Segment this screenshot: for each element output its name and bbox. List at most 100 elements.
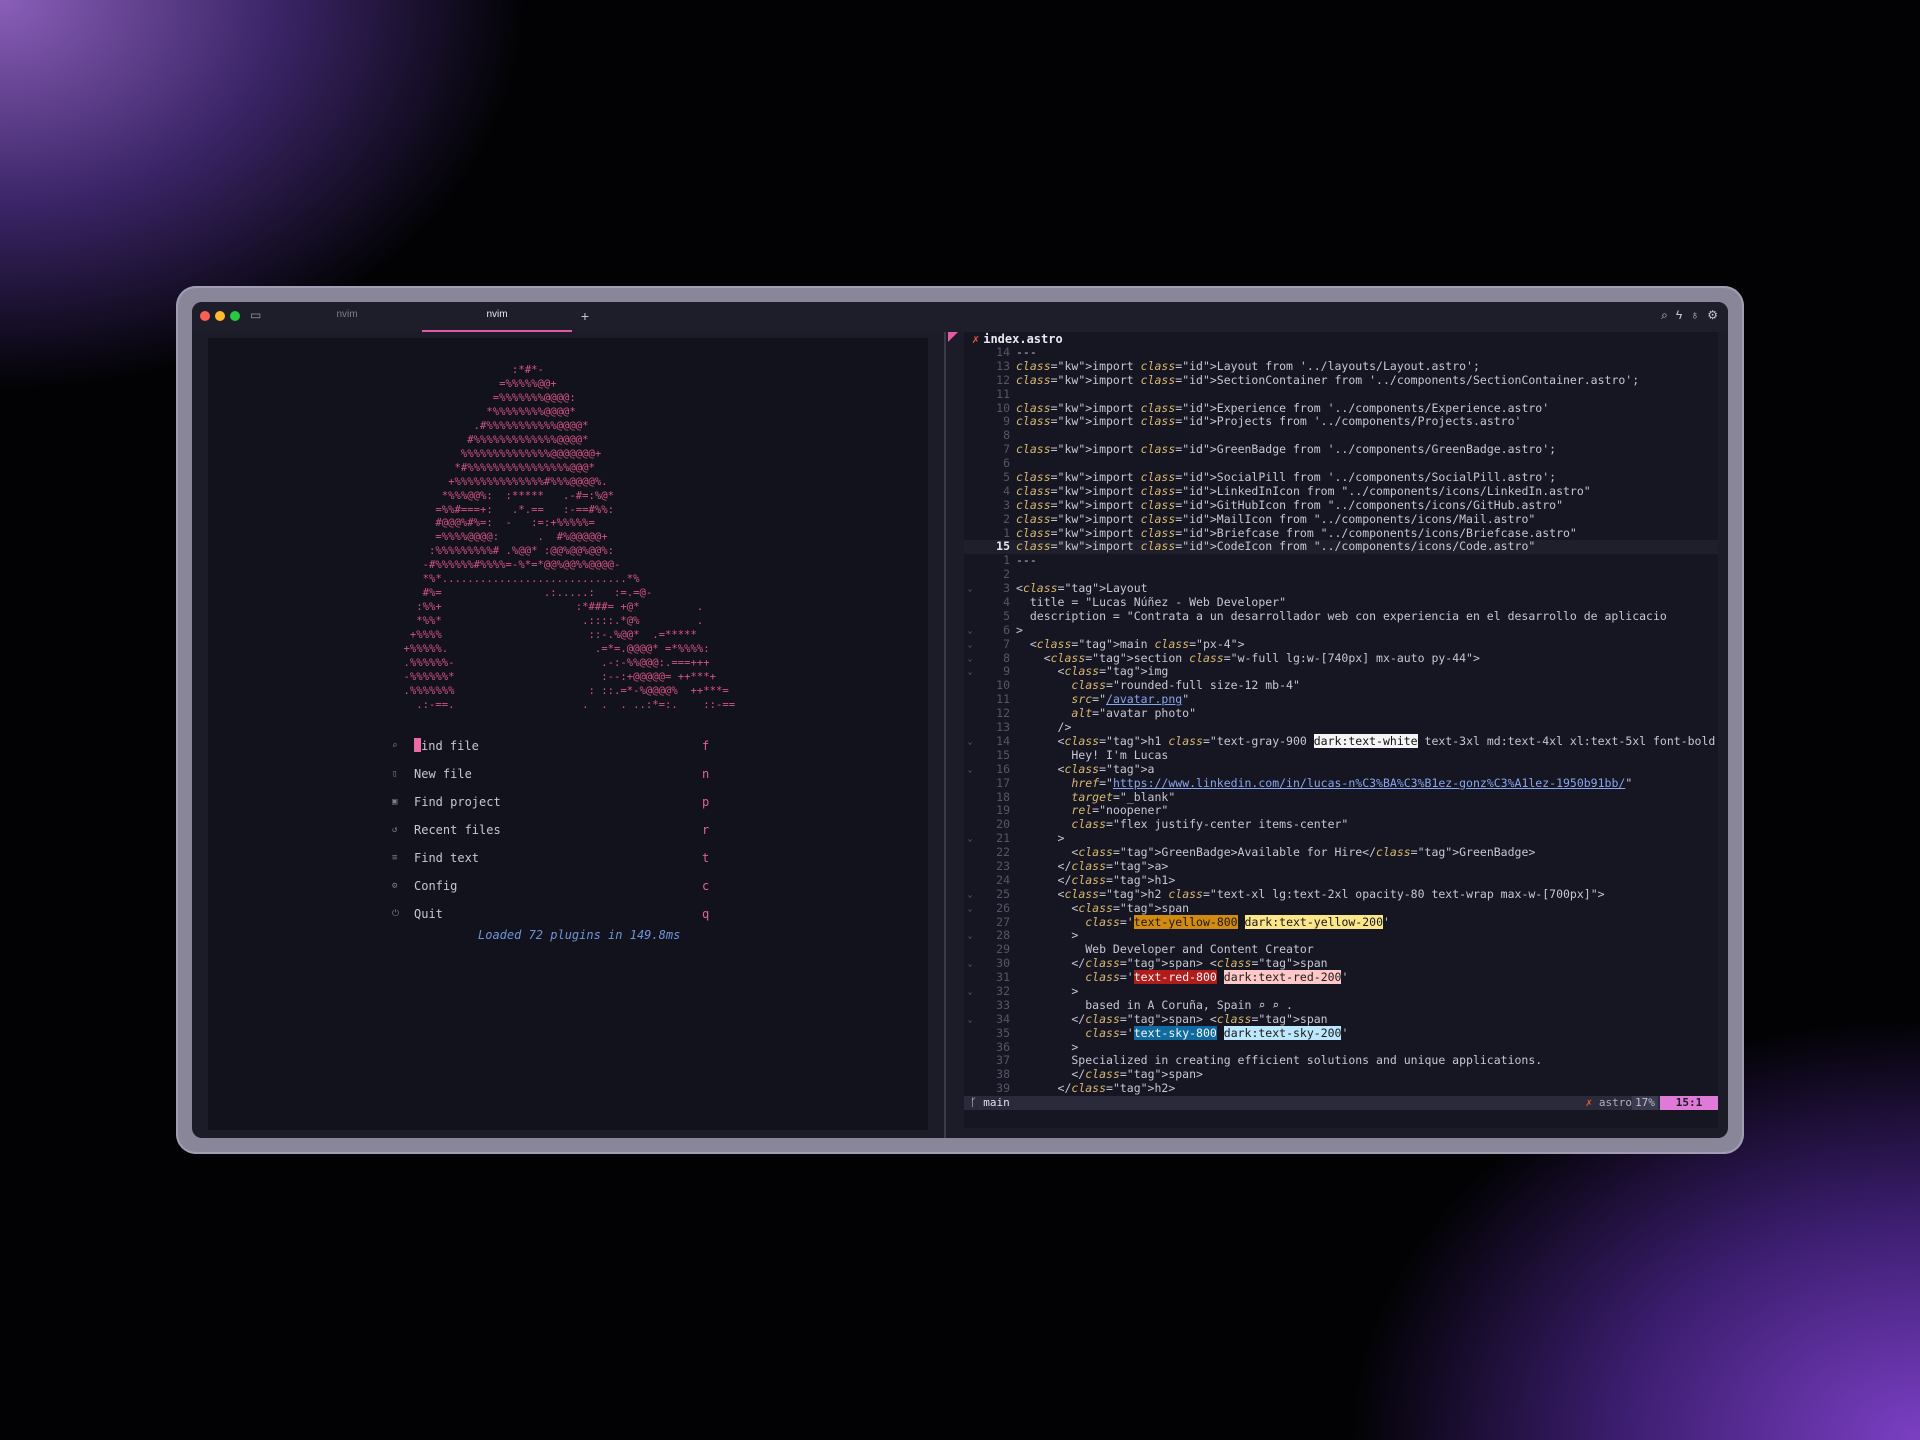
code-line[interactable]: ⌄ 30 </class="tag">span> <class="tag">spa… <box>964 956 1718 971</box>
code-line[interactable]: ⌄ 16 <class="tag">a <box>964 762 1718 777</box>
code-line[interactable]: 36 > <box>964 1040 1718 1055</box>
code-line[interactable]: 24 </class="tag">h1> <box>964 873 1718 888</box>
code-line[interactable]: ⌄ 6 > <box>964 622 1718 638</box>
code-line[interactable]: 39 </class="tag">h2> <box>964 1081 1718 1096</box>
code-line[interactable]: 4 title = "Lucas Núñez - Web Developer" <box>964 595 1718 610</box>
code-line[interactable]: ⌄ 25 <class="tag">h2 class="text-xl lg:te… <box>964 887 1718 902</box>
dashboard-menu-item[interactable]: ⌕ ind file f <box>392 732 742 760</box>
code-line[interactable]: 11 <box>964 386 1718 402</box>
line-text: Hey! I'm Lucas <box>1016 747 1169 762</box>
dashboard-menu-item[interactable]: ▣ Find project p <box>392 788 742 816</box>
code-line[interactable]: 27 class='text-yellow-800 dark:text-yell… <box>964 914 1718 930</box>
line-number: 11 <box>996 386 1010 401</box>
code-line[interactable]: 8 <box>964 428 1718 443</box>
astro-file-icon: ✗ <box>1585 1096 1593 1109</box>
code-line[interactable]: 3 class="kw">import class="id">GitHubIcon… <box>964 498 1718 513</box>
code-line[interactable]: 18 target="_blank" <box>964 790 1718 805</box>
maximize-window-button[interactable] <box>230 311 240 321</box>
code-line[interactable]: 38 </class="tag">span> <box>964 1067 1718 1082</box>
code-line[interactable]: 1 --- <box>964 553 1718 568</box>
line-number: 8 <box>1003 650 1010 665</box>
dashboard-menu-item[interactable]: ⏻ Quit q <box>392 900 742 928</box>
line-text: class='text-red-800 dark:text-red-200' <box>1085 970 1349 985</box>
code-line[interactable]: 22 <class="tag">GreenBadge>Available for… <box>964 845 1718 860</box>
code-line[interactable]: 35 class='text-sky-800 dark:text-sky-200… <box>964 1025 1718 1041</box>
minimize-window-button[interactable] <box>215 311 225 321</box>
lightning-icon[interactable]: ϟ <box>1676 308 1682 323</box>
line-text: </class="tag">span> <class="tag">span <box>1016 1011 1328 1026</box>
code-line[interactable]: 20 class="flex justify-center items-cent… <box>964 817 1718 832</box>
line-number: 6 <box>1003 622 1010 637</box>
code-line[interactable]: 9 class="kw">import class="id">Projects f… <box>964 415 1718 429</box>
code-line[interactable]: 31 class='text-red-800 dark:text-red-200… <box>964 970 1718 985</box>
file-type-label: astro <box>1598 1096 1632 1109</box>
line-number: 22 <box>996 845 1010 860</box>
dashboard-menu-item[interactable]: ▯ New file n <box>392 760 742 788</box>
line-number: 15 <box>996 747 1010 762</box>
code-line[interactable]: 13 /> <box>964 720 1718 735</box>
code-line[interactable]: 29 Web Developer and Content Creator <box>964 942 1718 957</box>
dashboard-menu-item[interactable]: ≡ Find text t <box>392 844 742 872</box>
code-line[interactable]: 5 description = "Contrata a un desarroll… <box>964 608 1718 624</box>
dashboard-pane[interactable]: :*#*- =%%%%%@@+ =%%%%%%%@@@@: *%%%%%%%%@… <box>208 338 928 1130</box>
code-line[interactable]: 10 class="kw">import class="id">Experienc… <box>964 401 1718 416</box>
settings-icon[interactable]: ⚙ <box>1707 308 1718 323</box>
code-line[interactable]: ⌄ 9 <class="tag">img <box>964 665 1718 679</box>
code-line[interactable]: ⌄ 34 </class="tag">span> <class="tag">spa… <box>964 1011 1718 1027</box>
tab-nvim-1[interactable]: nvim <box>272 302 422 330</box>
code-line[interactable]: 5 class="kw">import class="id">SocialPill… <box>964 470 1718 485</box>
code-line[interactable]: 17 href="https://www.linkedin.com/in/luc… <box>964 776 1718 791</box>
code-line[interactable]: ⌄ 7 <class="tag">main class="px-4"> <box>964 637 1718 652</box>
code-line[interactable]: ⌄ 14 <class="tag">h1 class="text-gray-900… <box>964 733 1718 749</box>
code-line[interactable]: ⌄ 32 > <box>964 984 1718 999</box>
code-line[interactable]: 2 class="kw">import class="id">MailIcon f… <box>964 512 1718 527</box>
code-line[interactable]: 15 Hey! I'm Lucas <box>964 747 1718 763</box>
line-text: class="kw">import class="id">CodeIcon fr… <box>1016 539 1536 554</box>
new-tab-button[interactable]: + <box>576 306 594 326</box>
line-text: class="flex justify-center items-center" <box>1071 817 1349 832</box>
line-number: 11 <box>996 692 1010 707</box>
code-line[interactable]: 19 rel="noopener" <box>964 803 1718 818</box>
menu-item-label: ind file <box>414 732 479 760</box>
code-line[interactable]: 12 class="kw">import class="id">SectionCo… <box>964 373 1718 388</box>
sidebar-icon[interactable]: ▭ <box>250 308 261 322</box>
line-number: 21 <box>996 831 1010 846</box>
code-line[interactable]: 6 <box>964 456 1718 471</box>
bulb-icon[interactable]: ♁ <box>1690 308 1699 323</box>
code-line[interactable]: 33 based in A Coruña, Spain ⌕ ⌕ . <box>964 997 1718 1013</box>
code-line[interactable]: 11 src="/avatar.png" <box>964 692 1718 707</box>
code-line[interactable]: 1 class="kw">import class="id">Briefcase … <box>964 526 1718 541</box>
code-line[interactable]: ⌄ 3 <class="tag">Layout <box>964 581 1718 596</box>
code-line[interactable]: 23 </class="tag">a> <box>964 858 1718 874</box>
dashboard-menu-item[interactable]: ↺ Recent files r <box>392 816 742 844</box>
line-text: <class="tag">GreenBadge>Available for Hi… <box>1016 845 1536 860</box>
line-number: 5 <box>1003 608 1010 623</box>
search-icon[interactable]: ⌕ <box>1661 308 1668 323</box>
tab-nvim-2[interactable]: nvim <box>422 302 572 332</box>
code-line[interactable]: 4 class="kw">import class="id">LinkedInIc… <box>964 484 1718 499</box>
line-number: 9 <box>1003 664 1010 679</box>
code-line[interactable]: ⌄ 28 > <box>964 929 1718 943</box>
code-area[interactable]: 14 --- 13 class="kw">import class="id">Layo… <box>964 345 1718 1096</box>
code-line[interactable]: 15 class="kw">import class="id">CodeIcon … <box>964 539 1718 555</box>
pane-divider[interactable] <box>944 332 946 1138</box>
line-number: 34 <box>996 1011 1010 1026</box>
code-line[interactable]: ⌄ 26 <class="tag">span <box>964 901 1718 916</box>
code-line[interactable]: 2 <box>964 567 1718 582</box>
ascii-art: :*#*- =%%%%%@@+ =%%%%%%%@@@@: *%%%%%%%%@… <box>403 364 736 711</box>
editor-pane[interactable]: ✗ index.astro 14 --- 13 class="kw">import cl… <box>964 332 1718 1128</box>
code-line[interactable]: ⌄ 8 <class="tag">section class="w-full lg… <box>964 650 1718 666</box>
dashboard-menu-item[interactable]: ⚙ Config c <box>392 872 742 900</box>
code-line[interactable]: 37 Specialized in creating efficient sol… <box>964 1054 1718 1068</box>
close-window-button[interactable] <box>200 311 210 321</box>
code-line[interactable]: 7 class="kw">import class="id">GreenBadge… <box>964 442 1718 457</box>
folder-icon: ▣ <box>392 797 398 807</box>
line-text: alt="avatar photo" <box>1071 706 1197 721</box>
code-line[interactable]: ⌄ 21 > <box>964 831 1718 846</box>
code-line[interactable]: 10 class="rounded-full size-12 mb-4" <box>964 678 1718 693</box>
line-number: 33 <box>996 997 1010 1012</box>
code-line[interactable]: 14 --- <box>964 345 1718 360</box>
code-line[interactable]: 12 alt="avatar photo" <box>964 706 1718 721</box>
code-line[interactable]: 13 class="kw">import class="id">Layout fr… <box>964 359 1718 374</box>
line-number: 23 <box>996 858 1010 873</box>
